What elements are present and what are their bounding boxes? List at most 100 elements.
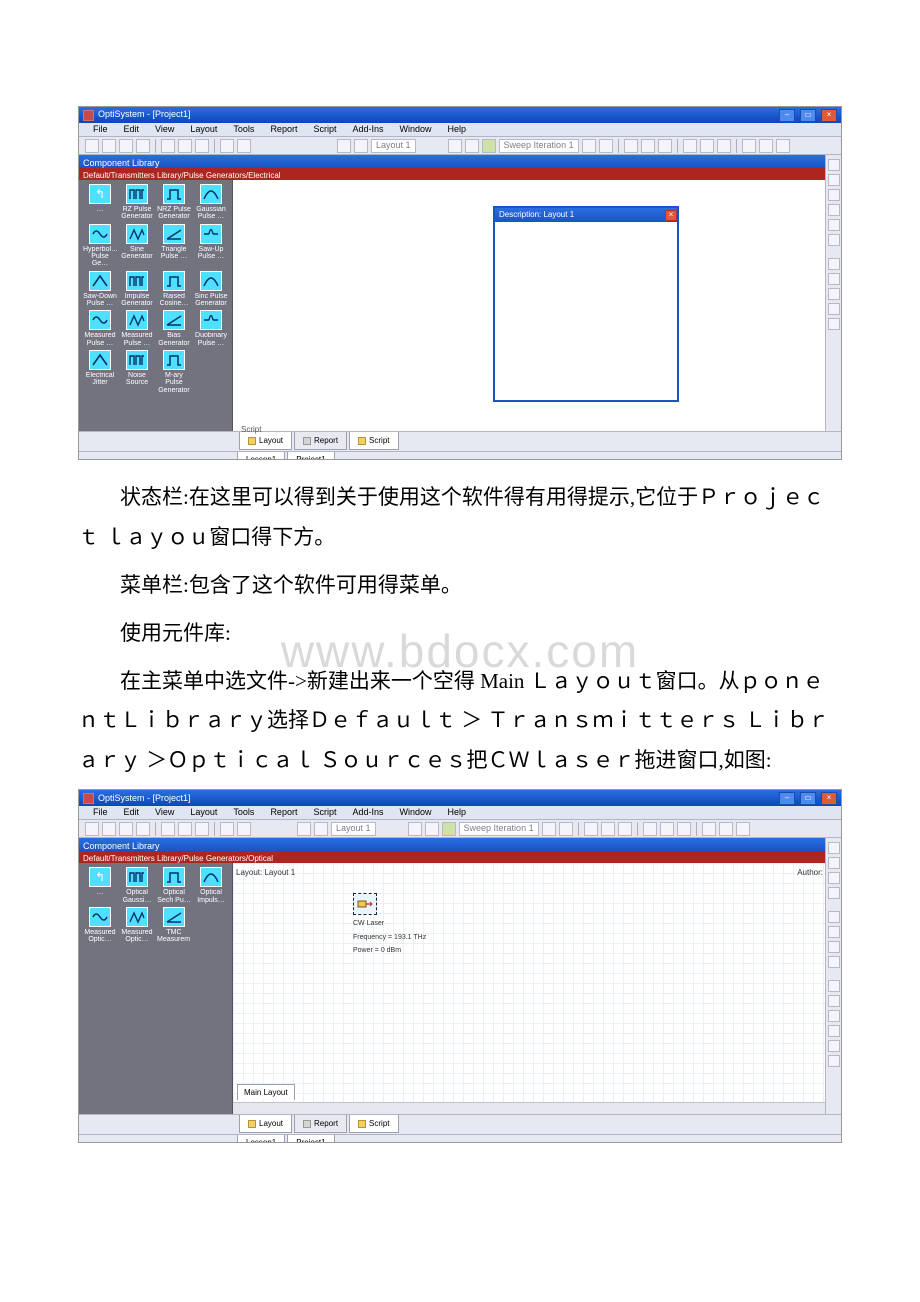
menu-tools[interactable]: Tools	[229, 804, 258, 821]
library-breadcrumb[interactable]: Default/Transmitters Library/Pulse Gener…	[79, 851, 841, 863]
zoom-in-icon[interactable]	[828, 980, 840, 992]
pan-tool-icon[interactable]	[828, 857, 840, 869]
pan-tool-icon[interactable]	[828, 174, 840, 186]
arrow-tool-icon[interactable]	[828, 872, 840, 884]
library-item[interactable]: Impulse Generator	[120, 271, 154, 308]
run-icon[interactable]	[702, 822, 716, 836]
zoom-1-icon[interactable]	[828, 303, 840, 315]
library-item[interactable]: Measured Optic…	[83, 907, 117, 944]
nav-first-icon[interactable]	[408, 822, 422, 836]
iter-prev-icon[interactable]	[442, 822, 456, 836]
select-tool-icon[interactable]	[828, 159, 840, 171]
menu-view[interactable]: View	[151, 121, 178, 138]
toggle-b-icon[interactable]	[641, 139, 655, 153]
rect-tool-icon[interactable]	[828, 189, 840, 201]
cut-icon[interactable]	[161, 822, 175, 836]
text-tool-icon[interactable]	[828, 234, 840, 246]
layout-canvas[interactable]: Layout: Layout 1 Author: CW Laser Freque…	[233, 863, 841, 1114]
nav-last-icon[interactable]	[559, 822, 573, 836]
tab-lesson1[interactable]: Lesson1	[237, 1135, 285, 1143]
layout-a-icon[interactable]	[297, 822, 311, 836]
toggle-c-icon[interactable]	[658, 139, 672, 153]
library-item[interactable]: Sine Generator	[120, 224, 154, 268]
undo-icon[interactable]	[220, 822, 234, 836]
menu-view[interactable]: View	[151, 804, 178, 821]
menu-tools[interactable]: Tools	[229, 121, 258, 138]
menu-bar[interactable]: File Edit View Layout Tools Report Scrip…	[79, 806, 841, 820]
select-tool-icon[interactable]	[828, 842, 840, 854]
layout-a-icon[interactable]	[337, 139, 351, 153]
zoom-out-icon[interactable]	[828, 273, 840, 285]
view-c-icon[interactable]	[717, 139, 731, 153]
maximize-button[interactable]: ▭	[800, 109, 816, 122]
iter-prev-icon[interactable]	[482, 139, 496, 153]
line-tool-icon[interactable]	[828, 941, 840, 953]
menu-file[interactable]: File	[89, 804, 112, 821]
menu-help[interactable]: Help	[444, 121, 471, 138]
nav-prev-icon[interactable]	[465, 139, 479, 153]
view-a-icon[interactable]	[683, 139, 697, 153]
menu-help[interactable]: Help	[444, 804, 471, 821]
options-icon[interactable]	[776, 139, 790, 153]
toggle-a-icon[interactable]	[624, 139, 638, 153]
library-item[interactable]: Bias Generator	[157, 310, 191, 347]
menu-layout[interactable]: Layout	[186, 804, 221, 821]
new-icon[interactable]	[85, 139, 99, 153]
line-tool-icon[interactable]	[828, 219, 840, 231]
ellipse-tool-icon[interactable]	[828, 926, 840, 938]
menu-script[interactable]: Script	[309, 804, 340, 821]
open-icon[interactable]	[102, 822, 116, 836]
copy-icon[interactable]	[178, 822, 192, 836]
menu-file[interactable]: File	[89, 121, 112, 138]
library-item[interactable]: Optical Sech Pu…	[157, 867, 191, 904]
library-item[interactable]: Sinc Pulse Generator	[194, 271, 228, 308]
nav-last-icon[interactable]	[599, 139, 613, 153]
tab-script[interactable]: Script	[349, 1115, 398, 1133]
cw-laser-component[interactable]: CW Laser Frequency = 193.1 THz Power = 0…	[353, 893, 426, 957]
stop-icon[interactable]	[759, 139, 773, 153]
tab-main-layout[interactable]: Main Layout	[237, 1084, 295, 1100]
library-item[interactable]: Gaussian Pulse …	[194, 184, 228, 221]
layout-canvas[interactable]: Description: Layout 1 ×	[233, 180, 841, 431]
view-a-icon[interactable]	[643, 822, 657, 836]
save-icon[interactable]	[119, 139, 133, 153]
menu-edit[interactable]: Edit	[120, 804, 144, 821]
description-close-icon[interactable]: ×	[665, 210, 677, 221]
toggle-a-icon[interactable]	[584, 822, 598, 836]
menu-addins[interactable]: Add-Ins	[348, 121, 387, 138]
layout-b-icon[interactable]	[314, 822, 328, 836]
redo-icon[interactable]	[237, 822, 251, 836]
redo-icon[interactable]	[237, 139, 251, 153]
sweep-label[interactable]: Sweep Iteration 1	[499, 139, 579, 153]
library-item[interactable]: Optical Impuls…	[194, 867, 228, 904]
close-button[interactable]: ×	[821, 792, 837, 805]
zoom-fit-icon[interactable]	[828, 1010, 840, 1022]
library-item[interactable]: Measured Optic…	[120, 907, 154, 944]
nav-next-icon[interactable]	[542, 822, 556, 836]
nav-first-icon[interactable]	[448, 139, 462, 153]
menu-layout[interactable]: Layout	[186, 121, 221, 138]
zoom-in-icon[interactable]	[828, 258, 840, 270]
undo-icon[interactable]	[220, 139, 234, 153]
rect-tool-icon[interactable]	[828, 911, 840, 923]
maximize-button[interactable]: ▭	[800, 792, 816, 805]
zoom-sel-icon[interactable]	[828, 1040, 840, 1052]
tab-report[interactable]: Report	[294, 432, 347, 450]
nav-prev-icon[interactable]	[425, 822, 439, 836]
save-icon[interactable]	[119, 822, 133, 836]
menu-bar[interactable]: File Edit View Layout Tools Report Scrip…	[79, 123, 841, 137]
zoom-area-icon[interactable]	[828, 1055, 840, 1067]
toggle-b-icon[interactable]	[601, 822, 615, 836]
library-item[interactable]: Duobinary Pulse …	[194, 310, 228, 347]
library-item[interactable]: RZ Pulse Generator	[120, 184, 154, 221]
paste-icon[interactable]	[195, 139, 209, 153]
menu-report[interactable]: Report	[266, 804, 301, 821]
library-item[interactable]: M-ary Pulse Generator	[157, 350, 191, 394]
copy-icon[interactable]	[178, 139, 192, 153]
library-item[interactable]: Triangle Pulse …	[157, 224, 191, 268]
zoom-sel-icon[interactable]	[828, 318, 840, 330]
open-icon[interactable]	[102, 139, 116, 153]
library-item[interactable]: NRZ Pulse Generator	[157, 184, 191, 221]
tab-script[interactable]: Script	[349, 432, 398, 450]
view-b-icon[interactable]	[700, 139, 714, 153]
